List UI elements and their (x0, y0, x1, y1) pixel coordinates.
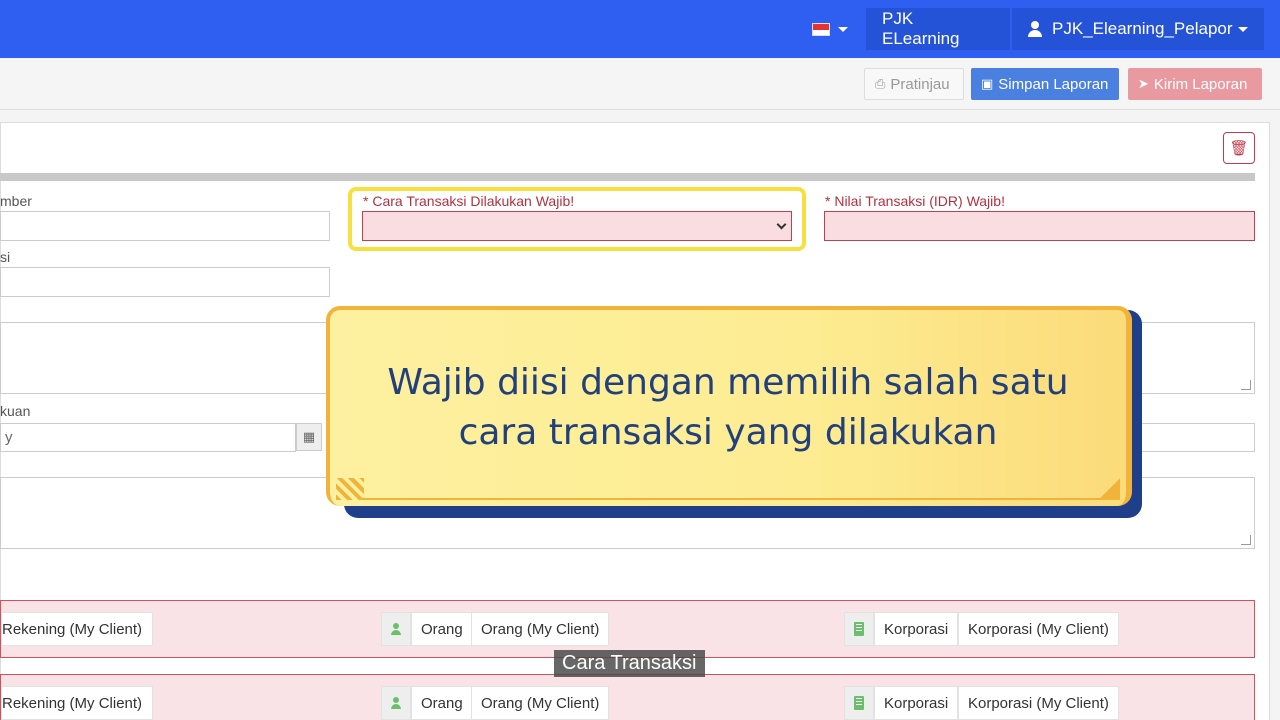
delete-button[interactable]: 🗑 (1223, 132, 1255, 164)
callout-underline (360, 498, 1100, 500)
corp-chip-label: Korporasi (My Client) (968, 620, 1109, 638)
corp-type-chip[interactable]: Korporasi (874, 686, 959, 720)
save-label: Simpan Laporan (998, 75, 1109, 93)
corp-chip[interactable]: Korporasi (My Client) (958, 612, 1119, 646)
top-navbar: PJK ELearning PJK_Elearning_Pelapor (0, 0, 1280, 58)
preview-button[interactable]: ⎙ Pratinjau (864, 68, 964, 100)
person-type-chip[interactable]: Orang (411, 686, 473, 720)
nav-home-link[interactable]: PJK ELearning (866, 8, 1010, 50)
field1-label: mber (0, 193, 32, 209)
indonesia-flag-icon[interactable] (812, 23, 830, 36)
corner-triangle-icon (1098, 478, 1120, 500)
resize-grip-icon[interactable] (1241, 535, 1251, 545)
calendar-icon[interactable]: ▦ (296, 423, 322, 451)
language-caret-icon[interactable] (838, 27, 848, 32)
corp-type-chip[interactable]: Korporasi (874, 612, 959, 646)
user-icon (1028, 21, 1042, 37)
transaction-method-label: * Cara Transaksi Dilakukan Wajib! (363, 193, 575, 209)
field1-input[interactable] (0, 211, 330, 241)
transaction-value-label: * Nilai Transaksi (IDR) Wajib! (825, 193, 1005, 209)
nav-home-label: PJK ELearning (882, 9, 960, 48)
person-chip-label: Orang (My Client) (481, 694, 600, 712)
transaction-method-select[interactable] (362, 211, 792, 241)
person-icon (381, 686, 411, 720)
date-value: y (5, 429, 13, 446)
field2-input[interactable] (0, 267, 330, 297)
callout-line-2: cara transaksi yang dilakukan (458, 412, 998, 453)
video-subtitle: Cara Transaksi (554, 650, 705, 677)
corp-chip-label: Korporasi (My Client) (968, 694, 1109, 712)
chevron-down-icon (776, 219, 787, 230)
user-menu-button[interactable]: PJK_Elearning_Pelapor (1012, 8, 1264, 50)
corp-type-label: Korporasi (884, 694, 949, 712)
corner-stripes-icon (336, 478, 364, 500)
person-chip[interactable]: Orang (My Client) (471, 612, 610, 646)
transaction-value-input[interactable] (824, 211, 1255, 241)
account-chip-label: Rekening (My Client) (2, 694, 143, 712)
person-icon (381, 612, 411, 646)
account-chip[interactable]: Rekening (My Client) (1, 612, 153, 646)
print-icon: ⎙ (875, 76, 886, 91)
resize-grip-icon[interactable] (1241, 380, 1251, 390)
send-report-button[interactable]: ➤ Kirim Laporan (1128, 68, 1262, 100)
section-divider (0, 173, 1255, 181)
field3-label: kuan (0, 403, 31, 419)
save-report-button[interactable]: ▣ Simpan Laporan (971, 68, 1119, 100)
paper-plane-icon: ➤ (1138, 76, 1149, 91)
person-chip-label: Orang (My Client) (481, 620, 600, 638)
corp-chip[interactable]: Korporasi (My Client) (958, 686, 1119, 720)
field2-label: si (0, 249, 11, 265)
person-chip[interactable]: Orang (My Client) (471, 686, 610, 720)
preview-label: Pratinjau (890, 75, 950, 93)
user-menu-label: PJK_Elearning_Pelapor (1052, 19, 1233, 38)
send-label: Kirim Laporan (1153, 75, 1248, 93)
date-input[interactable]: y (0, 423, 296, 452)
save-icon: ▣ (981, 76, 994, 91)
account-chip-label: Rekening (My Client) (2, 620, 143, 638)
account-chip[interactable]: Rekening (My Client) (1, 686, 153, 720)
report-toolbar: ⎙ Pratinjau ▣ Simpan Laporan ➤ Kirim Lapora… (0, 58, 1280, 110)
corp-type-label: Korporasi (884, 620, 949, 638)
person-type-label: Orang (421, 620, 463, 638)
tutorial-callout: Wajib diisi dengan memilih salah satu ca… (326, 306, 1132, 506)
trash-icon: 🗑 (1229, 140, 1249, 157)
building-icon (844, 612, 874, 646)
callout-line-1: Wajib diisi dengan memilih salah satu (387, 362, 1069, 403)
chevron-down-icon (1238, 26, 1248, 32)
building-icon (844, 686, 874, 720)
person-type-chip[interactable]: Orang (411, 612, 473, 646)
person-type-label: Orang (421, 694, 463, 712)
party-row: Rekening (My Client) Orang Orang (My Cli… (0, 674, 1255, 720)
